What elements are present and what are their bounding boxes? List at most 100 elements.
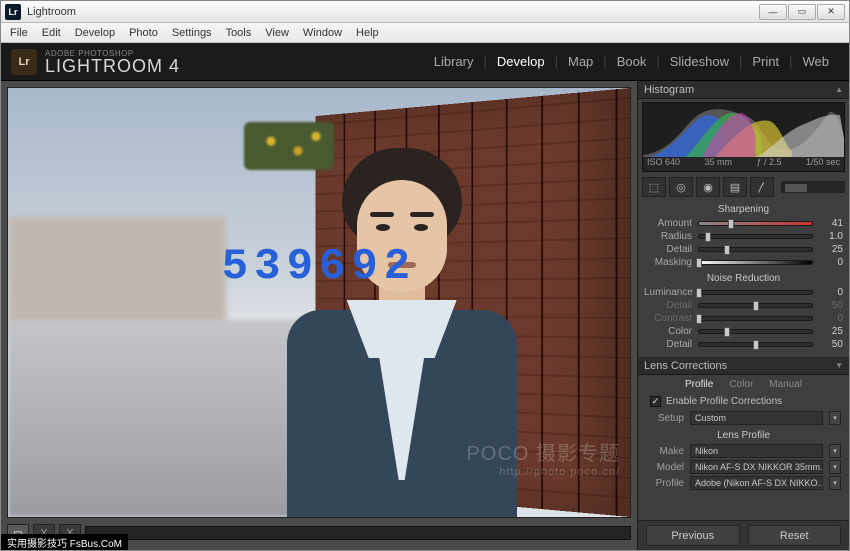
- spot-tool-icon[interactable]: ◎: [669, 177, 693, 197]
- module-book[interactable]: Book: [607, 54, 657, 69]
- slider-track[interactable]: [698, 316, 813, 321]
- grad-filter-icon[interactable]: ▤: [723, 177, 747, 197]
- lightroom-logo-icon: Lr: [11, 49, 37, 75]
- slider-value: 50: [819, 300, 843, 311]
- profile-dropdown-icon[interactable]: ▾: [829, 476, 841, 490]
- slider-track[interactable]: [698, 260, 813, 265]
- brush-tool-icon[interactable]: 〳: [750, 177, 774, 197]
- lens-profile-title: Lens Profile: [638, 426, 849, 443]
- menu-edit[interactable]: Edit: [35, 27, 68, 39]
- menu-tools[interactable]: Tools: [219, 27, 259, 39]
- menu-settings[interactable]: Settings: [165, 27, 219, 39]
- previous-button[interactable]: Previous: [646, 525, 740, 546]
- right-panel: Histogram▲ ISO 640 35 mm ƒ / 2.5: [637, 81, 849, 550]
- crop-tool-icon[interactable]: ⬚: [642, 177, 666, 197]
- slider-track[interactable]: [698, 221, 813, 226]
- slider-knob[interactable]: [753, 340, 759, 350]
- redeye-tool-icon[interactable]: ◉: [696, 177, 720, 197]
- menubar: FileEditDevelopPhotoSettingsToolsViewWin…: [1, 23, 849, 43]
- make-dropdown-icon[interactable]: ▾: [829, 444, 841, 458]
- slider-track[interactable]: [698, 303, 813, 308]
- external-watermark: 实用摄影技巧 FsBus.CoM: [1, 534, 128, 550]
- slider-knob[interactable]: [753, 301, 759, 311]
- reset-button[interactable]: Reset: [748, 525, 842, 546]
- module-web[interactable]: Web: [793, 54, 840, 69]
- enable-profile-checkbox[interactable]: ✓: [650, 396, 661, 407]
- menu-photo[interactable]: Photo: [122, 27, 165, 39]
- slider-track[interactable]: [698, 234, 813, 239]
- slider-label: Radius: [644, 231, 692, 242]
- window-title: Lightroom: [27, 6, 759, 18]
- slider-contrast: Contrast 0: [638, 312, 849, 325]
- menu-help[interactable]: Help: [349, 27, 386, 39]
- slider-label: Color: [644, 326, 692, 337]
- histogram-header[interactable]: Histogram▲: [638, 81, 849, 99]
- slider-track[interactable]: [698, 290, 813, 295]
- menu-view[interactable]: View: [258, 27, 296, 39]
- module-tabs: Library|Develop|Map|Book|Slideshow|Print…: [424, 54, 839, 69]
- make-value[interactable]: Nikon: [690, 444, 823, 458]
- histogram-shutter: 1/50 sec: [806, 157, 840, 171]
- close-button[interactable]: ✕: [817, 4, 845, 20]
- app-icon: Lr: [5, 4, 21, 20]
- histogram-iso: ISO 640: [647, 157, 680, 171]
- module-develop[interactable]: Develop: [487, 54, 555, 69]
- filmstrip-placeholder[interactable]: [85, 526, 631, 540]
- lens-tab-color[interactable]: Color: [729, 379, 753, 390]
- slider-label: Amount: [644, 218, 692, 229]
- slider-value: 25: [819, 326, 843, 337]
- develop-tool-strip: ⬚ ◎ ◉ ▤ 〳: [642, 176, 845, 198]
- module-library[interactable]: Library: [424, 54, 484, 69]
- image-viewer: 539692 POCO 摄影专题 http://photo.poco.cn/ ▭…: [1, 81, 637, 550]
- module-print[interactable]: Print: [742, 54, 789, 69]
- make-label: Make: [644, 446, 684, 457]
- maximize-button[interactable]: ▭: [788, 4, 816, 20]
- lens-tab-profile[interactable]: Profile: [685, 379, 713, 390]
- module-slideshow[interactable]: Slideshow: [660, 54, 739, 69]
- slider-knob[interactable]: [696, 258, 702, 268]
- slider-luminance: Luminance0: [638, 286, 849, 299]
- setup-value[interactable]: Custom: [690, 411, 823, 425]
- slider-value: 41: [819, 218, 843, 229]
- slider-label: Detail: [644, 300, 692, 311]
- slider-detail: Detail25: [638, 243, 849, 256]
- histogram-display[interactable]: ISO 640 35 mm ƒ / 2.5 1/50 sec: [642, 102, 845, 172]
- slider-knob[interactable]: [724, 327, 730, 337]
- slider-knob[interactable]: [705, 232, 711, 242]
- enable-profile-label: Enable Profile Corrections: [666, 396, 782, 407]
- module-picker-bar: Lr ADOBE PHOTOSHOP LIGHTROOM 4 Library|D…: [1, 43, 849, 81]
- menu-file[interactable]: File: [3, 27, 35, 39]
- sharpening-title: Sharpening: [638, 200, 849, 217]
- setup-dropdown-icon[interactable]: ▾: [829, 411, 841, 425]
- module-map[interactable]: Map: [558, 54, 603, 69]
- photo-canvas[interactable]: 539692 POCO 摄影专题 http://photo.poco.cn/: [7, 87, 631, 518]
- slider-amount: Amount 41: [638, 217, 849, 230]
- lens-corrections-header[interactable]: Lens Corrections▼: [638, 357, 849, 375]
- slider-knob[interactable]: [696, 314, 702, 324]
- model-value[interactable]: Nikon AF-S DX NIKKOR 35mm…: [690, 460, 823, 474]
- model-dropdown-icon[interactable]: ▾: [829, 460, 841, 474]
- menu-develop[interactable]: Develop: [68, 27, 122, 39]
- noise-title: Noise Reduction: [638, 269, 849, 286]
- slider-knob[interactable]: [696, 288, 702, 298]
- slider-radius: Radius1.0: [638, 230, 849, 243]
- slider-label: Detail: [644, 339, 692, 350]
- slider-knob[interactable]: [728, 219, 734, 229]
- minimize-button[interactable]: —: [759, 4, 787, 20]
- slider-knob[interactable]: [724, 245, 730, 255]
- slider-track[interactable]: [698, 247, 813, 252]
- slider-label: Masking: [644, 257, 692, 268]
- slider-value: 0: [819, 313, 843, 324]
- slider-label: Contrast: [644, 313, 692, 324]
- model-label: Model: [644, 462, 684, 473]
- lens-tab-manual[interactable]: Manual: [769, 379, 802, 390]
- slider-color: Color 25: [638, 325, 849, 338]
- slider-masking: Masking0: [638, 256, 849, 269]
- profile-value[interactable]: Adobe (Nikon AF-S DX NIKKO…: [690, 476, 823, 490]
- profile-label: Profile: [644, 478, 684, 489]
- menu-window[interactable]: Window: [296, 27, 349, 39]
- slider-track[interactable]: [698, 329, 813, 334]
- panel-switch[interactable]: [781, 181, 845, 193]
- slider-track[interactable]: [698, 342, 813, 347]
- titlebar: Lr Lightroom — ▭ ✕: [1, 1, 849, 23]
